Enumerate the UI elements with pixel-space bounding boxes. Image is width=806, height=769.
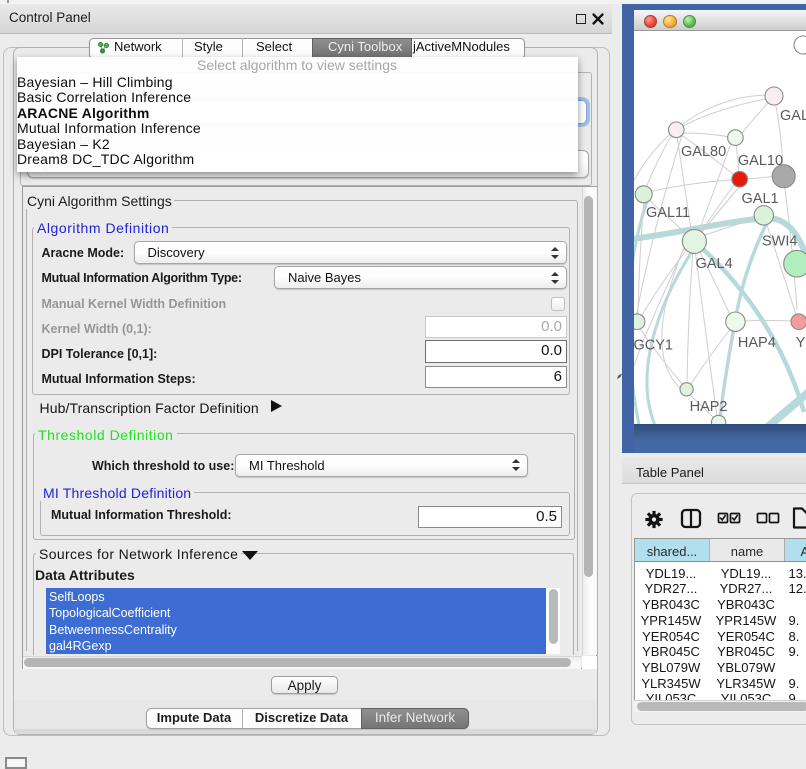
svg-text:GAL11: GAL11	[646, 205, 690, 221]
svg-text:GAL4: GAL4	[696, 256, 733, 272]
svg-text:GAL80: GAL80	[681, 144, 726, 160]
svg-text:GAL: GAL	[780, 108, 806, 124]
svg-text:GCY1: GCY1	[634, 338, 673, 354]
svg-text:HAP4: HAP4	[738, 335, 776, 351]
svg-text:HAP2: HAP2	[690, 399, 728, 415]
svg-text:GAL1: GAL1	[742, 191, 779, 207]
svg-text:GAL10: GAL10	[738, 153, 783, 169]
svg-text:Y: Y	[796, 335, 806, 351]
svg-text:SWI4: SWI4	[762, 234, 797, 250]
